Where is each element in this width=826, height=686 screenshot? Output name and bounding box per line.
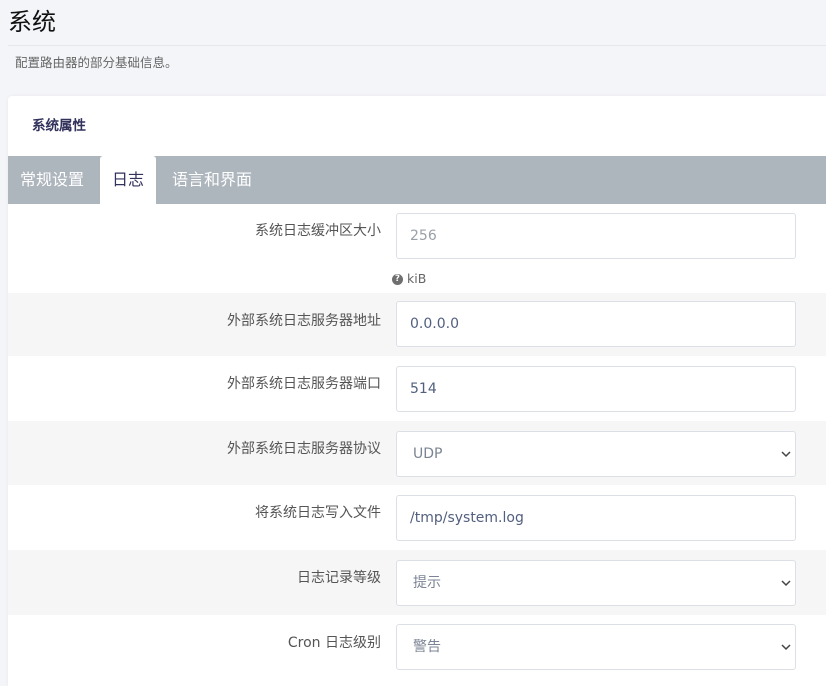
question-circle-icon: ? (392, 273, 403, 285)
log-file-label: 将系统日志写入文件 (255, 505, 381, 521)
tab-logging[interactable]: 日志 (100, 156, 157, 204)
log-port-input[interactable] (396, 366, 796, 412)
log-file-input[interactable] (396, 495, 796, 541)
log-level-select[interactable]: 提示 (396, 560, 796, 606)
form-row-log-ip: 外部系统日志服务器地址 (8, 293, 826, 356)
tab-bar: 常规设置 日志 语言和界面 (8, 156, 826, 204)
title-divider (8, 45, 826, 46)
log-proto-label: 外部系统日志服务器协议 (227, 441, 381, 457)
tab-language-and-style[interactable]: 语言和界面 (160, 156, 264, 204)
form-row-log-size: 系统日志缓冲区大小 ? kiB (8, 204, 826, 293)
page-title: 系统 (8, 8, 56, 36)
log-file-control (396, 495, 796, 541)
log-size-unit: kiB (407, 271, 427, 286)
log-size-control (396, 213, 796, 259)
log-level-label: 日志记录等级 (297, 570, 381, 586)
log-size-label: 系统日志缓冲区大小 (255, 223, 381, 239)
form-row-log-level: 日志记录等级 提示 (8, 550, 826, 615)
form-row-cron-log-level: Cron 日志级别 警告 (8, 615, 826, 686)
tab-general-settings[interactable]: 常规设置 (8, 156, 96, 204)
log-ip-control (396, 301, 796, 347)
log-proto-select[interactable]: UDP (396, 431, 796, 477)
log-port-label: 外部系统日志服务器端口 (227, 376, 381, 392)
cron-log-level-label: Cron 日志级别 (287, 635, 381, 651)
system-properties-card: 系统属性 常规设置 日志 语言和界面 系统日志缓冲区大小 ? kiB 外部系统日… (8, 96, 826, 686)
log-level-control: 提示 (396, 560, 796, 606)
form-row-log-port: 外部系统日志服务器端口 (8, 356, 826, 421)
cron-log-level-control: 警告 (396, 624, 796, 670)
log-proto-control: UDP (396, 431, 796, 477)
log-port-control (396, 366, 796, 412)
log-ip-input[interactable] (396, 301, 796, 347)
log-size-help: ? kiB (392, 271, 426, 287)
form-row-log-proto: 外部系统日志服务器协议 UDP (8, 421, 826, 485)
section-title: 系统属性 (32, 118, 86, 134)
page-description: 配置路由器的部分基础信息。 (15, 55, 178, 70)
log-size-input[interactable] (396, 213, 796, 259)
log-ip-label: 外部系统日志服务器地址 (227, 313, 381, 329)
form-row-log-file: 将系统日志写入文件 (8, 485, 826, 550)
cron-log-level-select[interactable]: 警告 (396, 624, 796, 670)
